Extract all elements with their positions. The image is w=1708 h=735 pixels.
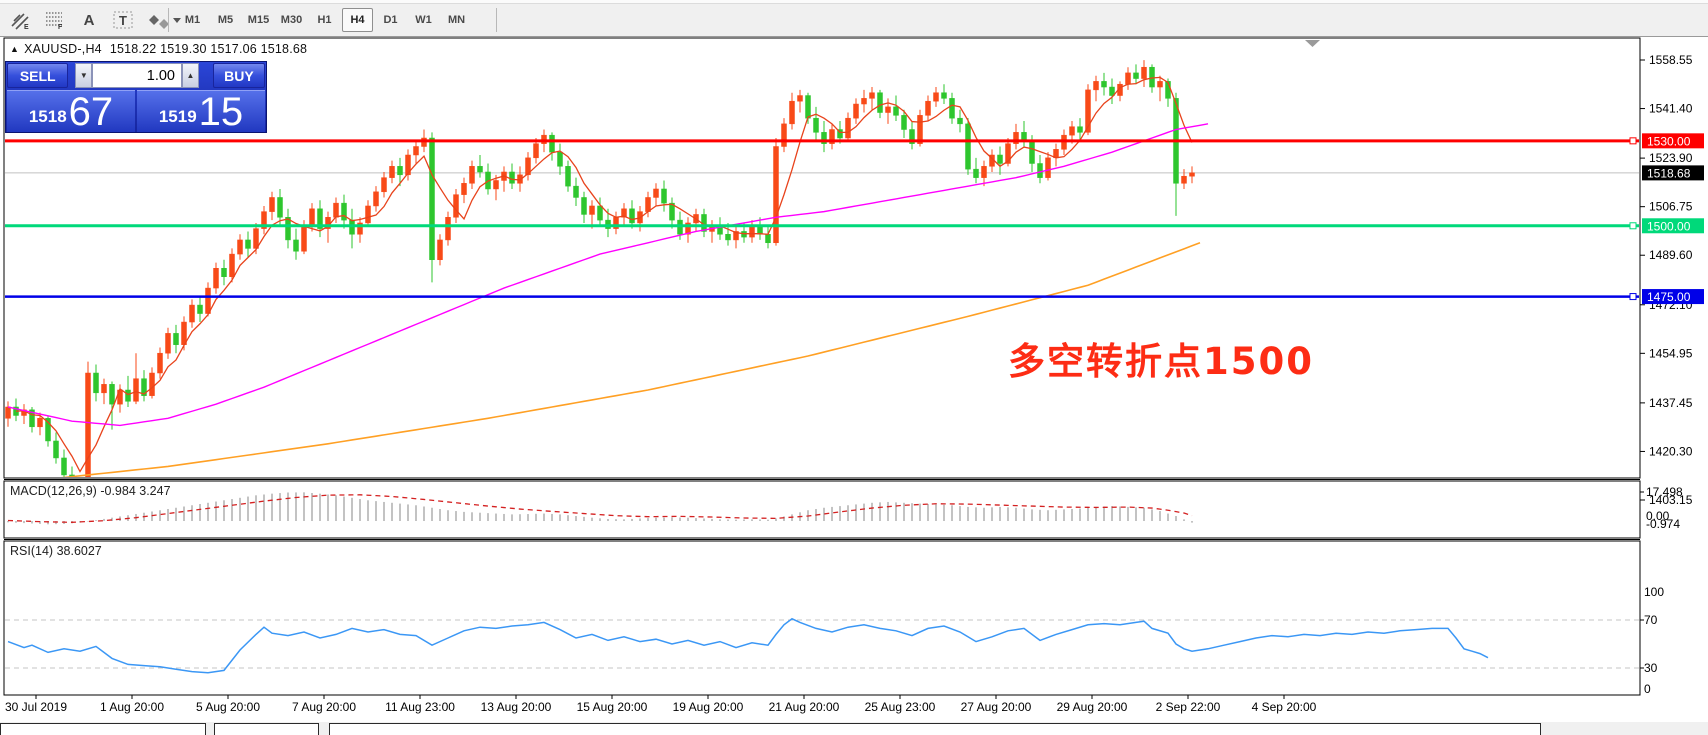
- main-toolbar: E F A T M1M5M15M30H1H4D1W1MN: [0, 4, 1708, 37]
- sell-price-big: 67: [69, 92, 114, 132]
- mt4-window: E F A T M1M5M15M30H1H4D1W1MN: [0, 0, 1708, 735]
- rsi-indicator-label: RSI(14) 38.6027: [10, 544, 102, 558]
- buy-price-display[interactable]: 1519 15: [137, 90, 265, 132]
- svg-text:F: F: [58, 24, 63, 30]
- chart-tab[interactable]: [329, 723, 1541, 735]
- chart-text-annotation[interactable]: 多空转折点1500: [1008, 331, 1314, 385]
- symbol-timeframe: XAUUSD-,H4: [24, 42, 102, 56]
- text-label-icon[interactable]: T: [108, 7, 138, 33]
- chart-tab[interactable]: [0, 723, 206, 735]
- sell-price-display[interactable]: 1518 67: [7, 90, 135, 132]
- ohlc-values: 1518.22 1519.30 1517.06 1518.68: [110, 42, 307, 56]
- volume-decrease-button[interactable]: ▼: [75, 63, 92, 88]
- text-tool-icon[interactable]: A: [74, 7, 104, 33]
- trade-panel-top-row: SELL ▼ 1.00 ▲ BUY: [6, 62, 266, 89]
- tf-button-m30[interactable]: M30: [276, 8, 307, 32]
- tf-button-w1[interactable]: W1: [408, 8, 439, 32]
- volume-input[interactable]: 1.00: [92, 63, 182, 88]
- tf-button-m1[interactable]: M1: [177, 8, 208, 32]
- chart-tab[interactable]: [214, 723, 319, 735]
- svg-text:E: E: [24, 24, 29, 30]
- tf-button-h4[interactable]: H4: [342, 8, 373, 32]
- buy-button[interactable]: BUY: [213, 63, 265, 88]
- toolbar-separator: [168, 8, 169, 32]
- tf-button-m5[interactable]: M5: [210, 8, 241, 32]
- chart-background: [0, 37, 1708, 722]
- sell-price-small: 1518: [29, 107, 67, 132]
- collapse-triangle-icon[interactable]: ▲: [10, 44, 19, 54]
- fibonacci-icon[interactable]: F: [40, 7, 70, 33]
- volume-increase-button[interactable]: ▲: [182, 63, 199, 88]
- sell-button[interactable]: SELL: [7, 63, 68, 88]
- one-click-trade-panel: SELL ▼ 1.00 ▲ BUY 1518 67 1519 15: [5, 61, 267, 133]
- tf-button-d1[interactable]: D1: [375, 8, 406, 32]
- toolbar-separator: [496, 8, 497, 32]
- tf-button-mn[interactable]: MN: [441, 8, 472, 32]
- svg-text:T: T: [119, 13, 127, 28]
- macd-indicator-label: MACD(12,26,9) -0.984 3.247: [10, 484, 171, 498]
- timeframe-toolbar: M1M5M15M30H1H4D1W1MN: [176, 4, 473, 36]
- trade-panel-price-row: 1518 67 1519 15: [6, 89, 266, 133]
- buy-price-small: 1519: [159, 107, 197, 132]
- chart-title-bar: ▲ XAUUSD-,H4 1518.22 1519.30 1517.06 1518.…: [10, 42, 307, 56]
- chart-tab-strip: [0, 722, 1708, 735]
- tf-button-h1[interactable]: H1: [309, 8, 340, 32]
- buy-price-big: 15: [199, 92, 244, 132]
- equidistant-channel-icon[interactable]: E: [6, 7, 36, 33]
- drawing-tools-group: E F A T: [6, 4, 184, 36]
- tf-button-m15[interactable]: M15: [243, 8, 274, 32]
